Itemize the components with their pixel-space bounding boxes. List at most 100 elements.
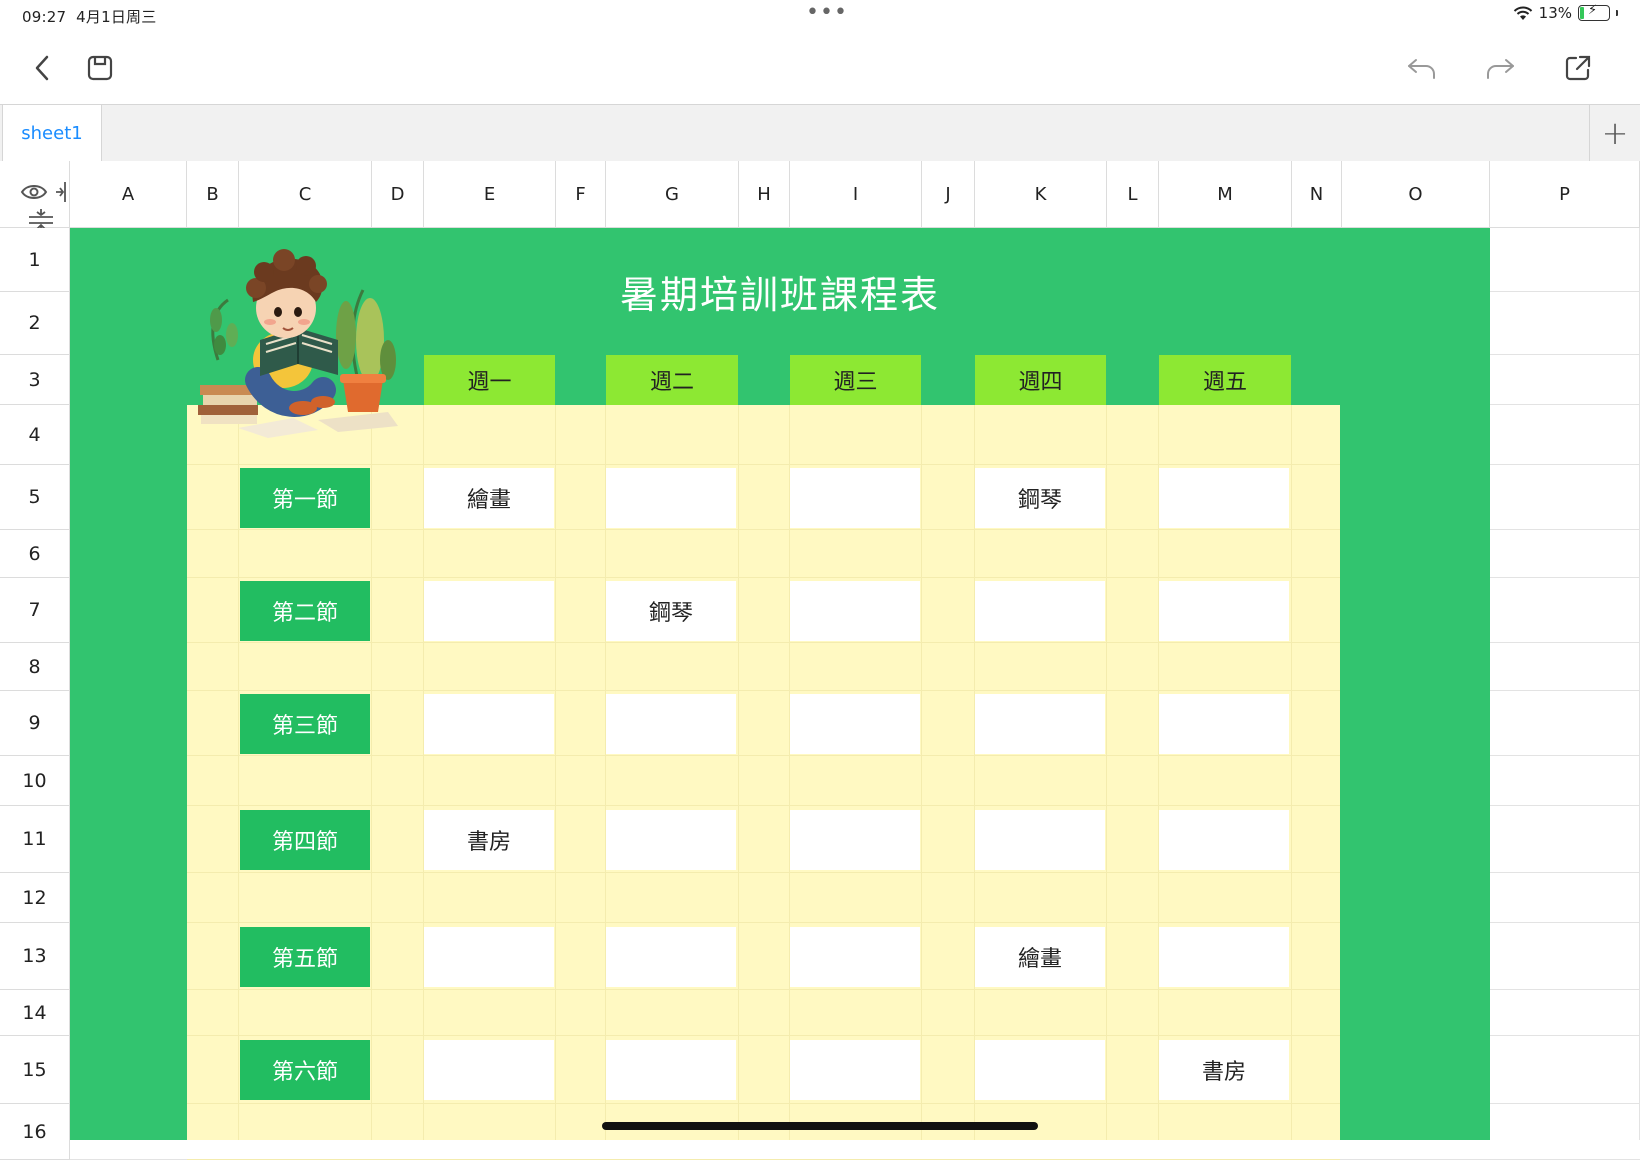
undo-button[interactable] xyxy=(1402,48,1442,88)
schedule-slot[interactable]: 繪畫 xyxy=(424,468,554,528)
row-header-7[interactable]: 7 xyxy=(0,578,70,643)
schedule-slot[interactable] xyxy=(424,581,554,641)
period-label-3[interactable]: 第三節 xyxy=(240,694,370,754)
chevron-left-icon xyxy=(35,55,49,81)
schedule-slot[interactable] xyxy=(975,581,1105,641)
redo-button[interactable] xyxy=(1480,48,1520,88)
schedule-slot[interactable] xyxy=(1159,468,1289,528)
column-header-p[interactable]: P xyxy=(1490,161,1640,228)
column-header-l[interactable]: L xyxy=(1107,161,1159,228)
add-sheet-button[interactable]: + xyxy=(1589,105,1640,161)
schedule-slot[interactable]: 繪畫 xyxy=(975,927,1105,987)
schedule-slot[interactable] xyxy=(606,1040,736,1100)
column-header-e[interactable]: E xyxy=(424,161,556,228)
period-label-1[interactable]: 第一節 xyxy=(240,468,370,528)
day-header-5[interactable]: 週五 xyxy=(1159,355,1291,405)
gridline xyxy=(187,872,1340,873)
row-header-2[interactable]: 2 xyxy=(0,292,70,355)
row-header-8[interactable]: 8 xyxy=(0,643,70,691)
schedule-slot[interactable]: 書房 xyxy=(1159,1040,1289,1100)
row-header-4[interactable]: 4 xyxy=(0,405,70,465)
day-header-4[interactable]: 週四 xyxy=(975,355,1106,405)
sheet-tab-sheet1[interactable]: sheet1 xyxy=(2,105,102,161)
day-header-2[interactable]: 週二 xyxy=(606,355,738,405)
row-header-1[interactable]: 1 xyxy=(0,228,70,292)
share-button[interactable] xyxy=(1558,48,1598,88)
column-header-o[interactable]: O xyxy=(1342,161,1490,228)
schedule-slot[interactable]: 鋼琴 xyxy=(606,581,736,641)
schedule-slot[interactable] xyxy=(1159,810,1289,870)
status-time: 09:27 4月1日周三 xyxy=(22,6,156,27)
schedule-slot[interactable] xyxy=(790,810,920,870)
gridline xyxy=(738,405,739,1140)
row-header-11[interactable]: 11 xyxy=(0,806,70,873)
schedule-slot[interactable] xyxy=(606,810,736,870)
row-header-5[interactable]: 5 xyxy=(0,465,70,530)
gridline xyxy=(371,405,372,1140)
battery-icon: ⚡ xyxy=(1578,3,1610,21)
gridline xyxy=(187,642,1340,643)
row-header-15[interactable]: 15 xyxy=(0,1036,70,1104)
row-header-9[interactable]: 9 xyxy=(0,691,70,756)
column-header-m[interactable]: M xyxy=(1159,161,1292,228)
schedule-slot[interactable] xyxy=(790,581,920,641)
schedule-slot[interactable] xyxy=(975,1040,1105,1100)
schedule-title: 暑期培訓班課程表 xyxy=(619,273,940,317)
gridline xyxy=(187,577,1340,578)
schedule-slot[interactable] xyxy=(975,810,1105,870)
period-label-6[interactable]: 第六節 xyxy=(240,1040,370,1100)
row-header-6[interactable]: 6 xyxy=(0,530,70,578)
row-header-10[interactable]: 10 xyxy=(0,756,70,806)
schedule-slot[interactable] xyxy=(790,1040,920,1100)
column-header-b[interactable]: B xyxy=(187,161,239,228)
row-header-16[interactable]: 16 xyxy=(0,1104,70,1160)
column-header-d[interactable]: D xyxy=(372,161,424,228)
schedule-slot[interactable] xyxy=(1159,581,1289,641)
schedule-slot[interactable] xyxy=(1159,927,1289,987)
day-header-3[interactable]: 週三 xyxy=(790,355,921,405)
schedule-slot[interactable] xyxy=(1159,694,1289,754)
schedule-slot[interactable]: 鋼琴 xyxy=(975,468,1105,528)
save-button[interactable] xyxy=(80,48,120,88)
multitasking-dots-icon[interactable]: ••• xyxy=(806,0,848,25)
schedule-slot[interactable] xyxy=(790,927,920,987)
column-header-n[interactable]: N xyxy=(1292,161,1342,228)
schedule-slot[interactable] xyxy=(606,694,736,754)
row-header-14[interactable]: 14 xyxy=(0,990,70,1036)
column-header-i[interactable]: I xyxy=(790,161,922,228)
gridline xyxy=(1291,405,1292,1140)
period-label-5[interactable]: 第五節 xyxy=(240,927,370,987)
column-header-h[interactable]: H xyxy=(739,161,790,228)
column-header-g[interactable]: G xyxy=(606,161,739,228)
schedule-slot[interactable] xyxy=(424,1040,554,1100)
schedule-slot[interactable]: 書房 xyxy=(424,810,554,870)
gridline xyxy=(187,1035,1340,1036)
schedule-slot[interactable] xyxy=(424,694,554,754)
column-header-c[interactable]: C xyxy=(239,161,372,228)
back-button[interactable] xyxy=(22,48,62,88)
period-label-2[interactable]: 第二節 xyxy=(240,581,370,641)
gridline xyxy=(187,529,1340,530)
schedule-slot[interactable] xyxy=(606,927,736,987)
column-header-f[interactable]: F xyxy=(556,161,606,228)
gridline xyxy=(187,805,1340,806)
select-all-corner[interactable] xyxy=(0,161,82,233)
schedule-slot[interactable] xyxy=(790,468,920,528)
schedule-slot[interactable] xyxy=(606,468,736,528)
battery-percent: 13% xyxy=(1538,4,1572,22)
row-header-3[interactable]: 3 xyxy=(0,355,70,405)
share-icon xyxy=(1565,55,1591,81)
wifi-icon xyxy=(1513,6,1532,20)
eye-icon[interactable] xyxy=(20,183,48,201)
schedule-slot[interactable] xyxy=(975,694,1105,754)
day-header-1[interactable]: 週一 xyxy=(424,355,555,405)
row-header-13[interactable]: 13 xyxy=(0,923,70,990)
column-header-a[interactable]: A xyxy=(70,161,187,228)
column-header-j[interactable]: J xyxy=(922,161,975,228)
schedule-slot[interactable] xyxy=(424,927,554,987)
undo-icon xyxy=(1408,59,1435,79)
period-label-4[interactable]: 第四節 xyxy=(240,810,370,870)
row-header-12[interactable]: 12 xyxy=(0,873,70,923)
column-header-k[interactable]: K xyxy=(975,161,1107,228)
schedule-slot[interactable] xyxy=(790,694,920,754)
